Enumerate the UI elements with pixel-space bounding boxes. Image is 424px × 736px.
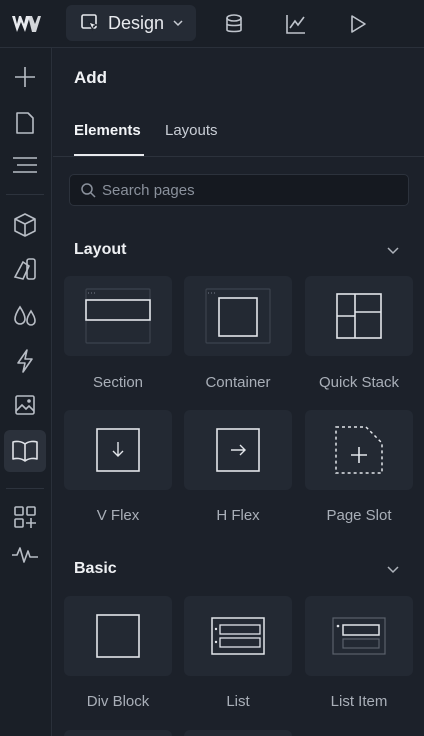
webflow-logo[interactable] <box>10 11 42 37</box>
tabs-divider <box>53 156 424 157</box>
add-panel: Add Elements Layouts Layout Section Cont… <box>53 48 424 736</box>
tab-layouts[interactable]: Layouts <box>165 122 218 139</box>
element-label: Quick Stack <box>318 374 400 391</box>
h-flex-icon <box>216 428 260 472</box>
interactions-icon <box>17 349 33 373</box>
element-card-h-flex[interactable] <box>184 410 292 490</box>
apps-icon <box>14 506 36 528</box>
left-rail <box>0 48 52 736</box>
assets-icon <box>15 395 35 415</box>
rail-components[interactable] <box>4 204 46 246</box>
activity-icon <box>12 547 38 563</box>
library-icon <box>12 440 38 462</box>
element-label: V Flex <box>96 507 140 524</box>
top-bar: Design <box>0 0 424 48</box>
search-icon <box>81 183 96 198</box>
rail-navigator[interactable] <box>4 144 46 186</box>
element-label: H Flex <box>216 507 260 524</box>
database-icon[interactable] <box>222 12 246 36</box>
element-card-next[interactable] <box>184 730 292 736</box>
add-icon <box>15 67 35 87</box>
rail-variables[interactable] <box>4 296 46 338</box>
element-label: List Item <box>330 693 388 710</box>
list-item-icon <box>332 617 386 655</box>
div-block-icon <box>96 614 140 658</box>
search-box[interactable] <box>69 174 409 206</box>
components-icon <box>14 213 36 237</box>
rail-style-selectors[interactable] <box>4 248 46 290</box>
page-icon <box>16 112 34 134</box>
element-label: Div Block <box>86 693 150 710</box>
element-label: Section <box>92 374 144 391</box>
rail-assets[interactable] <box>4 384 46 426</box>
style-icon <box>13 258 36 280</box>
element-card-list-item[interactable] <box>305 596 413 676</box>
design-mode-button[interactable]: Design <box>66 5 196 41</box>
mode-label: Design <box>108 12 165 33</box>
quick-stack-icon <box>336 293 382 339</box>
section-basic-title[interactable]: Basic <box>74 560 117 578</box>
v-flex-icon <box>96 428 140 472</box>
chevron-down-icon <box>173 20 183 27</box>
search-input[interactable] <box>102 181 382 199</box>
section-icon <box>85 288 151 344</box>
chevron-down-icon[interactable] <box>386 243 400 257</box>
chevron-down-icon[interactable] <box>386 562 400 576</box>
play-icon[interactable] <box>346 12 370 36</box>
cursor-icon <box>81 14 99 32</box>
section-layout-title[interactable]: Layout <box>74 241 126 259</box>
element-card-quick-stack[interactable] <box>305 276 413 356</box>
element-card-v-flex[interactable] <box>64 410 172 490</box>
rail-add[interactable] <box>4 56 46 98</box>
rail-library[interactable] <box>4 430 46 472</box>
active-tab-indicator <box>74 154 144 156</box>
rail-apps[interactable] <box>4 496 46 538</box>
element-label: Page Slot <box>326 507 392 524</box>
element-label: List <box>226 693 250 710</box>
rail-activity[interactable] <box>4 534 46 576</box>
tab-elements[interactable]: Elements <box>74 122 141 139</box>
element-card-div-block[interactable] <box>64 596 172 676</box>
element-card-next[interactable] <box>64 730 172 736</box>
rail-interactions[interactable] <box>4 340 46 382</box>
element-card-container[interactable] <box>184 276 292 356</box>
container-icon <box>205 288 271 344</box>
analytics-icon[interactable] <box>284 12 308 36</box>
element-card-page-slot[interactable] <box>305 410 413 490</box>
page-slot-icon <box>335 426 383 474</box>
panel-title: Add <box>74 68 108 87</box>
list-icon <box>211 617 265 655</box>
rail-pages[interactable] <box>4 102 46 144</box>
color-variables-icon <box>14 305 36 326</box>
element-card-list[interactable] <box>184 596 292 676</box>
navigator-icon <box>13 157 37 173</box>
element-label: Container <box>205 374 271 391</box>
element-card-section[interactable] <box>64 276 172 356</box>
